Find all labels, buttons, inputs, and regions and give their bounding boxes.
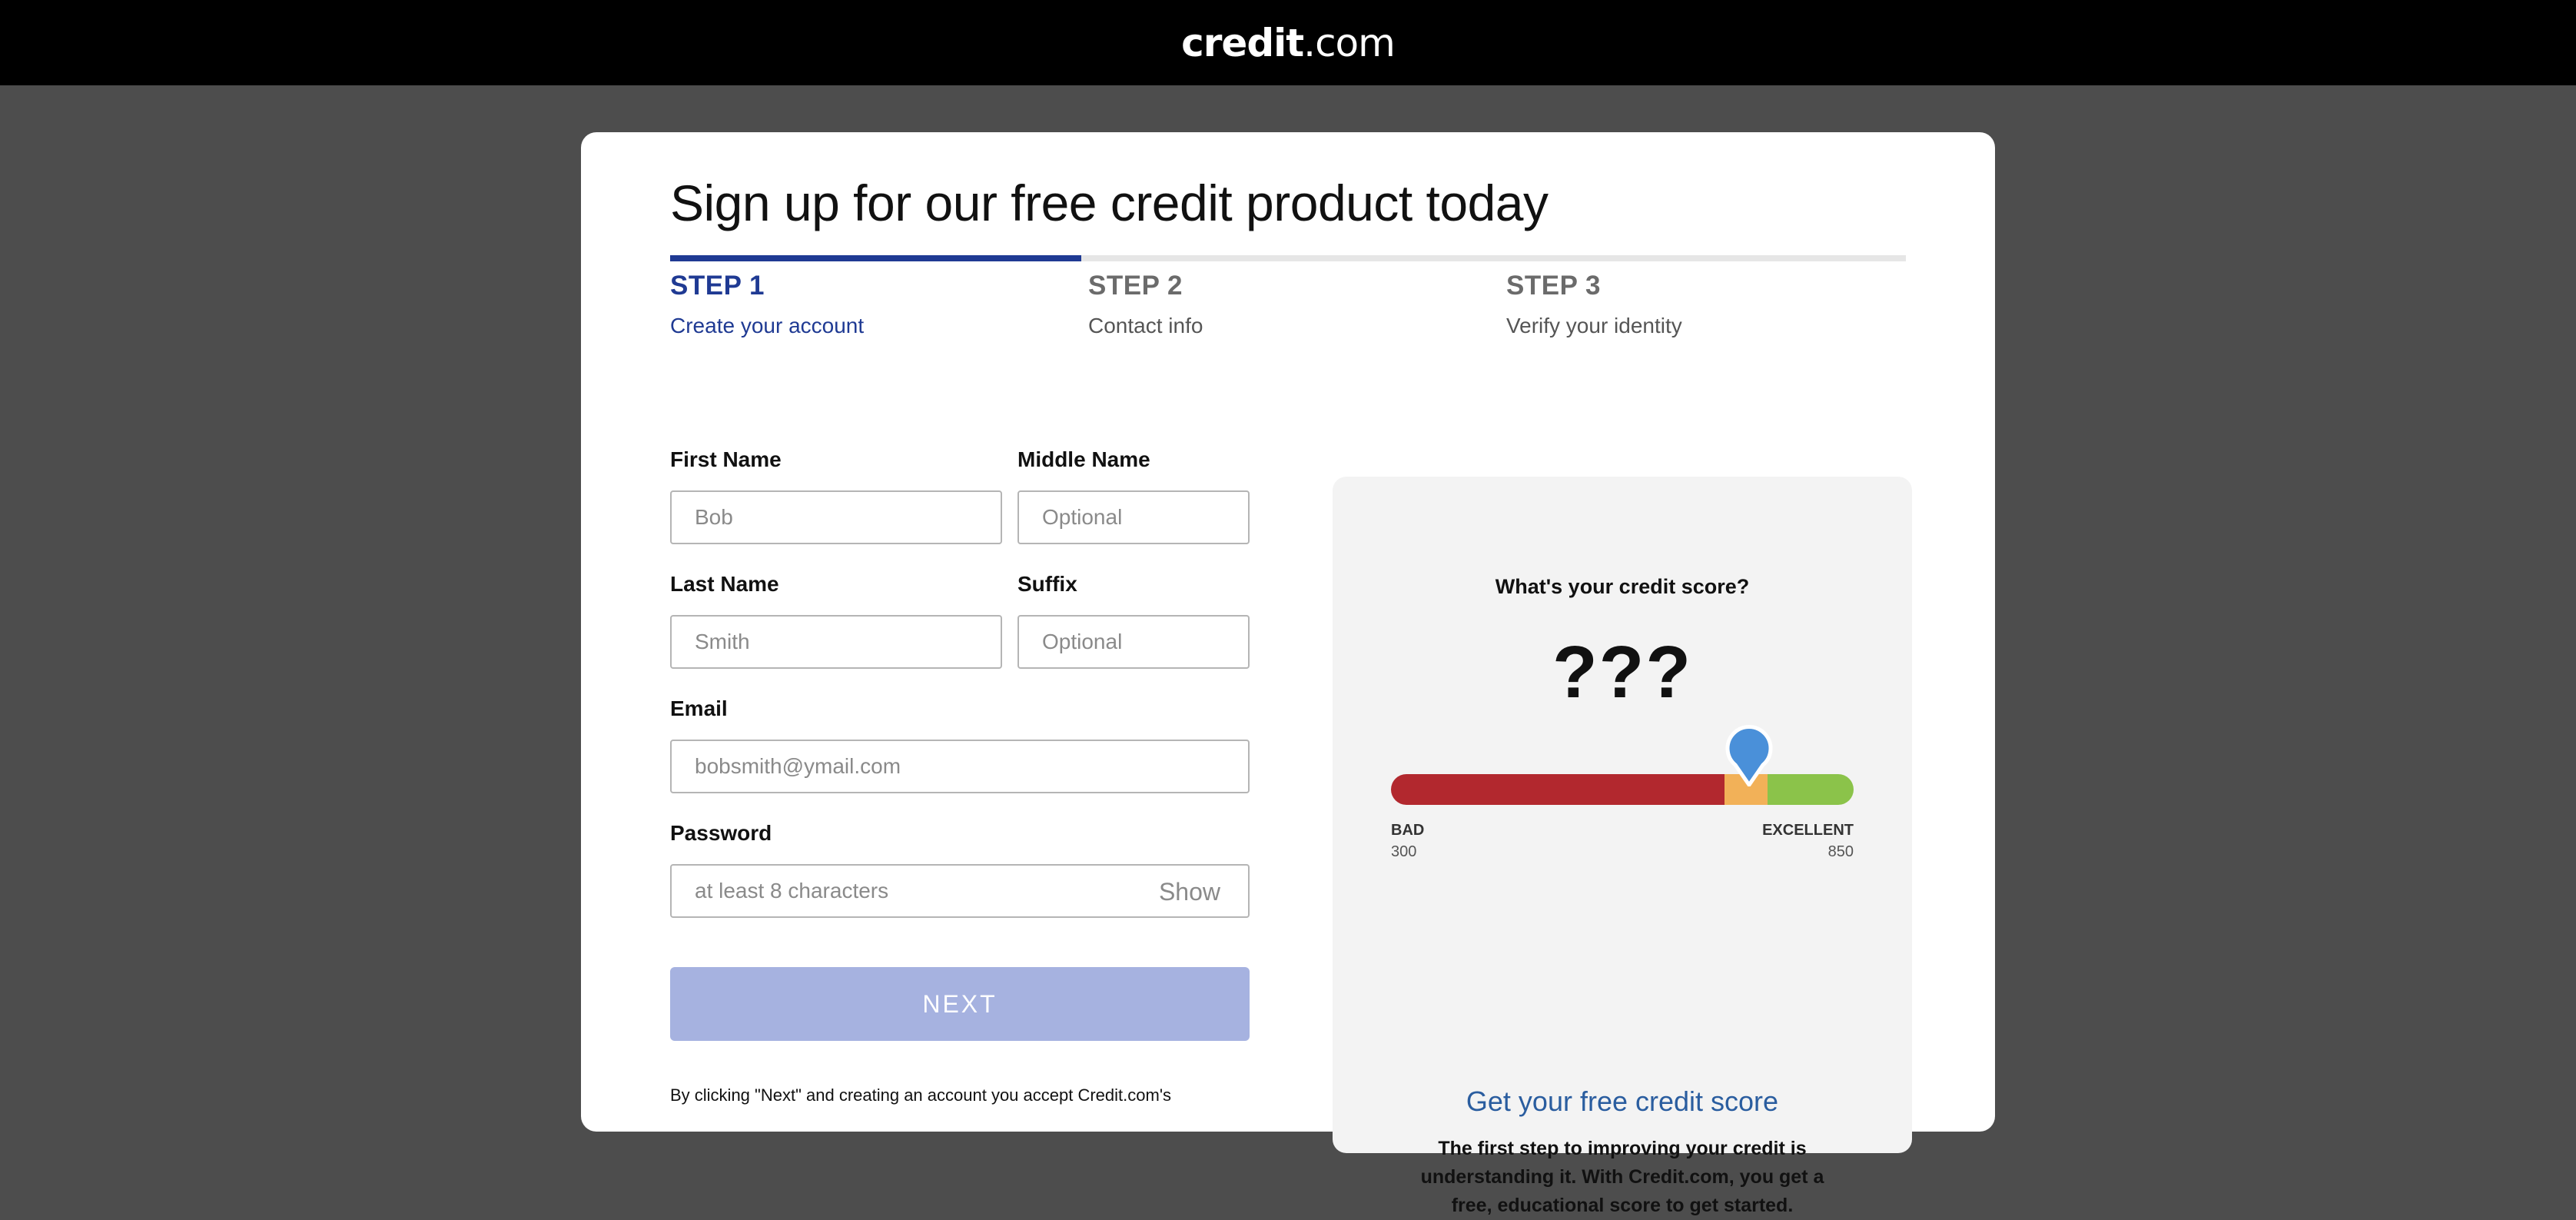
credit-score-question: What's your credit score?	[1495, 575, 1750, 598]
middle-name-label: Middle Name	[1017, 447, 1150, 471]
last-name-input[interactable]	[670, 615, 1002, 669]
free-score-heading: Get your free credit score	[1466, 1085, 1779, 1117]
step-2-number: STEP 2	[1088, 271, 1183, 301]
credit-com-logo[interactable]: credit.com	[1181, 21, 1396, 65]
first-name-label: First Name	[670, 447, 782, 471]
email-input[interactable]	[670, 740, 1250, 793]
top-header: credit.com	[0, 0, 2576, 85]
meter-low-value: 300	[1391, 843, 1417, 860]
step-1-number: STEP 1	[670, 271, 765, 301]
meter-good-segment	[1768, 774, 1854, 805]
free-score-description: The first step to improving your credit …	[1420, 1138, 1824, 1216]
meter-bad-segment	[1391, 774, 1725, 805]
email-label: Email	[670, 696, 728, 720]
credit-score-panel: What's your credit score? ??? BAD 300 EX…	[1333, 477, 1912, 1216]
password-label: Password	[670, 821, 772, 845]
step-3-number: STEP 3	[1506, 271, 1601, 301]
middle-name-input[interactable]	[1017, 490, 1250, 544]
step-2-label: Contact info	[1088, 314, 1203, 337]
credit-score-meter: BAD 300 EXCELLENT 850	[1391, 725, 1854, 860]
step-progress-fill	[670, 255, 1082, 261]
page-title: Sign up for our free credit product toda…	[670, 175, 1549, 231]
step-2: STEP 2 Contact info	[1088, 271, 1203, 338]
step-1: STEP 1 Create your account	[670, 271, 864, 338]
show-password-toggle[interactable]: Show	[1159, 878, 1220, 906]
meter-high-label: EXCELLENT	[1762, 822, 1854, 839]
first-name-input[interactable]	[670, 490, 1002, 544]
signup-card: Sign up for our free credit product toda…	[581, 132, 1995, 1216]
meter-low-label: BAD	[1391, 822, 1425, 839]
step-progress-bar	[670, 255, 1906, 261]
password-field: Show	[670, 864, 1250, 918]
step-3: STEP 3 Verify your identity	[1506, 271, 1682, 338]
next-button[interactable]: NEXT	[670, 967, 1250, 1041]
map-pin-icon	[1725, 725, 1773, 786]
suffix-input[interactable]	[1017, 615, 1250, 669]
suffix-label: Suffix	[1017, 572, 1077, 596]
meter-high-value: 850	[1827, 843, 1854, 860]
credit-score-value: ???	[1552, 631, 1692, 713]
step-1-label: Create your account	[670, 314, 865, 337]
step-3-label: Verify your identity	[1506, 314, 1682, 337]
terms-text: By clicking "Next" and creating an accou…	[670, 1085, 1172, 1105]
last-name-label: Last Name	[670, 572, 779, 596]
